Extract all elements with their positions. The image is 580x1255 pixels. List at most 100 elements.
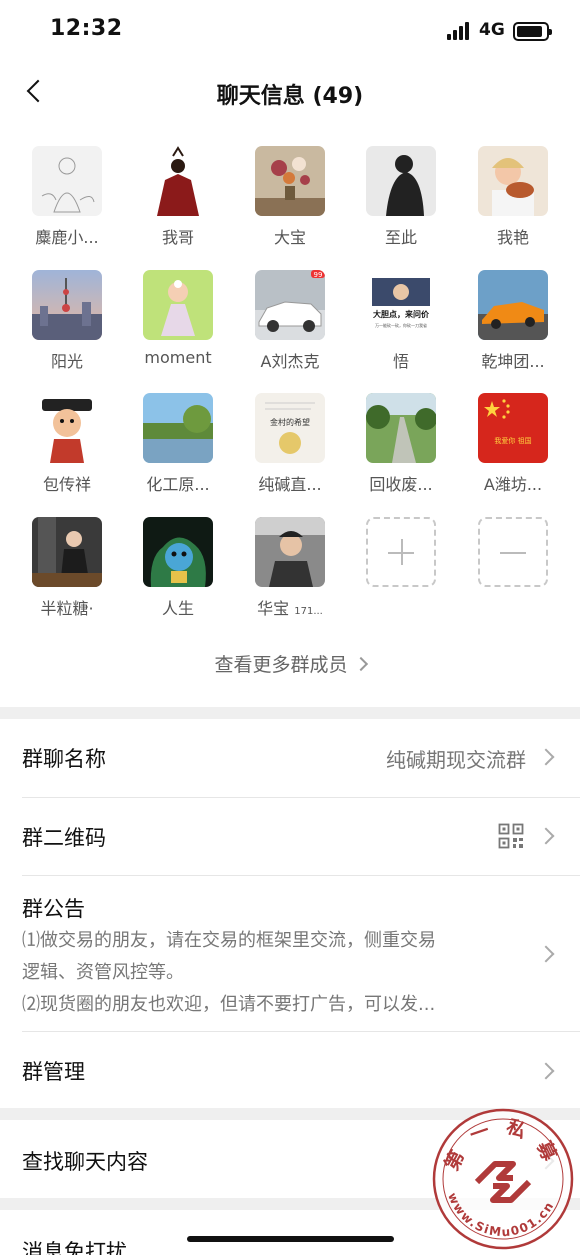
member-name: 悟	[351, 348, 451, 372]
member-item[interactable]: 华宝 171...	[240, 517, 340, 619]
nav-bar: 聊天信息 (49)	[0, 62, 580, 124]
member-item[interactable]: 包传祥	[17, 393, 117, 495]
member-name-text: 回收废...	[369, 475, 433, 494]
svg-text:我爱你 祖国: 我爱你 祖国	[494, 436, 531, 445]
avatar: 99	[255, 270, 325, 340]
svg-text:大胆点，来问价: 大胆点，来问价	[373, 309, 430, 319]
chevron-right-icon	[537, 1062, 555, 1080]
member-name: 华宝 171...	[240, 595, 340, 619]
avatar	[478, 146, 548, 216]
member-item[interactable]: 人生	[128, 517, 228, 619]
member-item[interactable]: 化工原...	[128, 393, 228, 495]
remove-member-button[interactable]	[463, 517, 563, 587]
mute-label: 消息免打扰	[22, 1240, 127, 1255]
member-item[interactable]: moment	[128, 270, 228, 367]
avatar	[32, 393, 102, 463]
network-type: 4G	[479, 20, 505, 40]
signal-icon	[447, 22, 473, 40]
avatar	[32, 146, 102, 216]
avatar	[255, 146, 325, 216]
announcement-line: ⑴做交易的朋友，请在交易的框架里交流，侧重交易	[22, 930, 436, 951]
avatar	[32, 517, 102, 587]
section-gap	[0, 707, 580, 719]
member-item[interactable]: 我爱你 祖国 A潍坊...	[463, 393, 563, 495]
page-title: 聊天信息 (49)	[216, 84, 364, 109]
avatar: 金村的希望	[255, 393, 325, 463]
member-name-text: moment	[144, 348, 212, 367]
member-name-text: 乾坤团...	[481, 352, 545, 371]
announcement-label: 群公告	[22, 897, 85, 921]
chevron-right-icon	[537, 945, 555, 963]
member-item[interactable]: 乾坤团...	[463, 270, 563, 372]
member-name: 纯碱直...	[240, 471, 340, 495]
member-name: A刘杰克	[240, 348, 340, 372]
member-name-text: 大宝	[273, 228, 306, 247]
member-name-text: 纯碱直...	[258, 475, 322, 494]
member-item[interactable]: 阳光	[17, 270, 117, 372]
member-name-text: 包传祥	[42, 475, 91, 494]
avatar: 我爱你 祖国	[478, 393, 548, 463]
add-member-button[interactable]	[351, 517, 451, 587]
avatar	[366, 146, 436, 216]
member-name: 大宝	[240, 224, 340, 248]
qr-code-row[interactable]: 群二维码	[0, 798, 580, 875]
avatar	[32, 270, 102, 340]
svg-text:金村的希望: 金村的希望	[270, 417, 310, 427]
member-name: 乾坤团...	[463, 348, 563, 372]
member-name-text: 华宝	[257, 599, 290, 618]
member-item[interactable]: 大宝	[240, 146, 340, 248]
avatar	[143, 146, 213, 216]
announcement-line: 逻辑、资管风控等。	[22, 962, 184, 983]
member-item[interactable]: 我哥	[128, 146, 228, 248]
member-name: moment	[128, 348, 228, 367]
avatar	[366, 393, 436, 463]
member-name-text: 阳光	[50, 352, 83, 371]
member-item[interactable]: 至此	[351, 146, 451, 248]
member-item[interactable]: 回收废...	[351, 393, 451, 495]
member-name: 麋鹿小...	[17, 224, 117, 248]
member-item[interactable]: 麋鹿小...	[17, 146, 117, 248]
avatar	[255, 517, 325, 587]
svg-text:99: 99	[314, 271, 323, 279]
group-name-value: 纯碱期现交流群	[386, 748, 526, 772]
more-members-label: 查看更多群成员	[214, 654, 348, 676]
member-name-text: 我哥	[161, 228, 194, 247]
status-time: 12:32	[50, 16, 123, 41]
member-item[interactable]: 大胆点，来问价万一能砍一砍，你砍一刀我省悟	[351, 270, 451, 372]
member-item[interactable]: 我艳	[463, 146, 563, 248]
search-history-label: 查找聊天内容	[22, 1150, 148, 1174]
member-name: 半粒糖·	[17, 595, 117, 619]
group-manage-row[interactable]: 群管理	[0, 1032, 580, 1108]
plus-icon	[366, 517, 436, 587]
group-name-row[interactable]: 群聊名称 纯碱期现交流群	[0, 719, 580, 797]
member-name-text: 化工原...	[146, 475, 210, 494]
announcement-row[interactable]: 群公告 ⑴做交易的朋友，请在交易的框架里交流，侧重交易 逻辑、资管风控等。 ⑵现…	[0, 876, 580, 1031]
chevron-right-icon	[537, 827, 555, 845]
member-name-text: 半粒糖·	[40, 599, 94, 618]
more-members-link[interactable]: 查看更多群成员	[0, 650, 580, 677]
chevron-right-icon	[353, 656, 368, 672]
member-name-text: A潍坊...	[483, 475, 543, 494]
home-indicator	[187, 1236, 394, 1242]
member-name: 至此	[351, 224, 451, 248]
minus-icon	[478, 517, 548, 587]
member-name-text: 悟	[392, 352, 409, 371]
qr-code-label: 群二维码	[22, 826, 106, 850]
avatar	[478, 270, 548, 340]
member-name: 我哥	[128, 224, 228, 248]
member-item[interactable]: 99 A刘杰克	[240, 270, 340, 372]
member-name-text: 至此	[384, 228, 417, 247]
qr-code-icon	[498, 823, 524, 849]
announcement-line: ⑵现货圈的朋友也欢迎，但请不要打广告，可以发...	[22, 994, 436, 1015]
avatar	[143, 393, 213, 463]
member-name: 回收废...	[351, 471, 451, 495]
member-item[interactable]: 半粒糖·	[17, 517, 117, 619]
watermark-stamp: 第一私募 www.SiMu001.cn	[432, 1108, 574, 1250]
member-item[interactable]: 金村的希望纯碱直...	[240, 393, 340, 495]
member-name: 人生	[128, 595, 228, 619]
avatar	[143, 270, 213, 340]
svg-text:万一能砍一砍，你砍一刀我省: 万一能砍一砍，你砍一刀我省	[375, 322, 427, 328]
member-name: 包传祥	[17, 471, 117, 495]
member-name-text: 我艳	[496, 228, 529, 247]
member-name: A潍坊...	[463, 471, 563, 495]
